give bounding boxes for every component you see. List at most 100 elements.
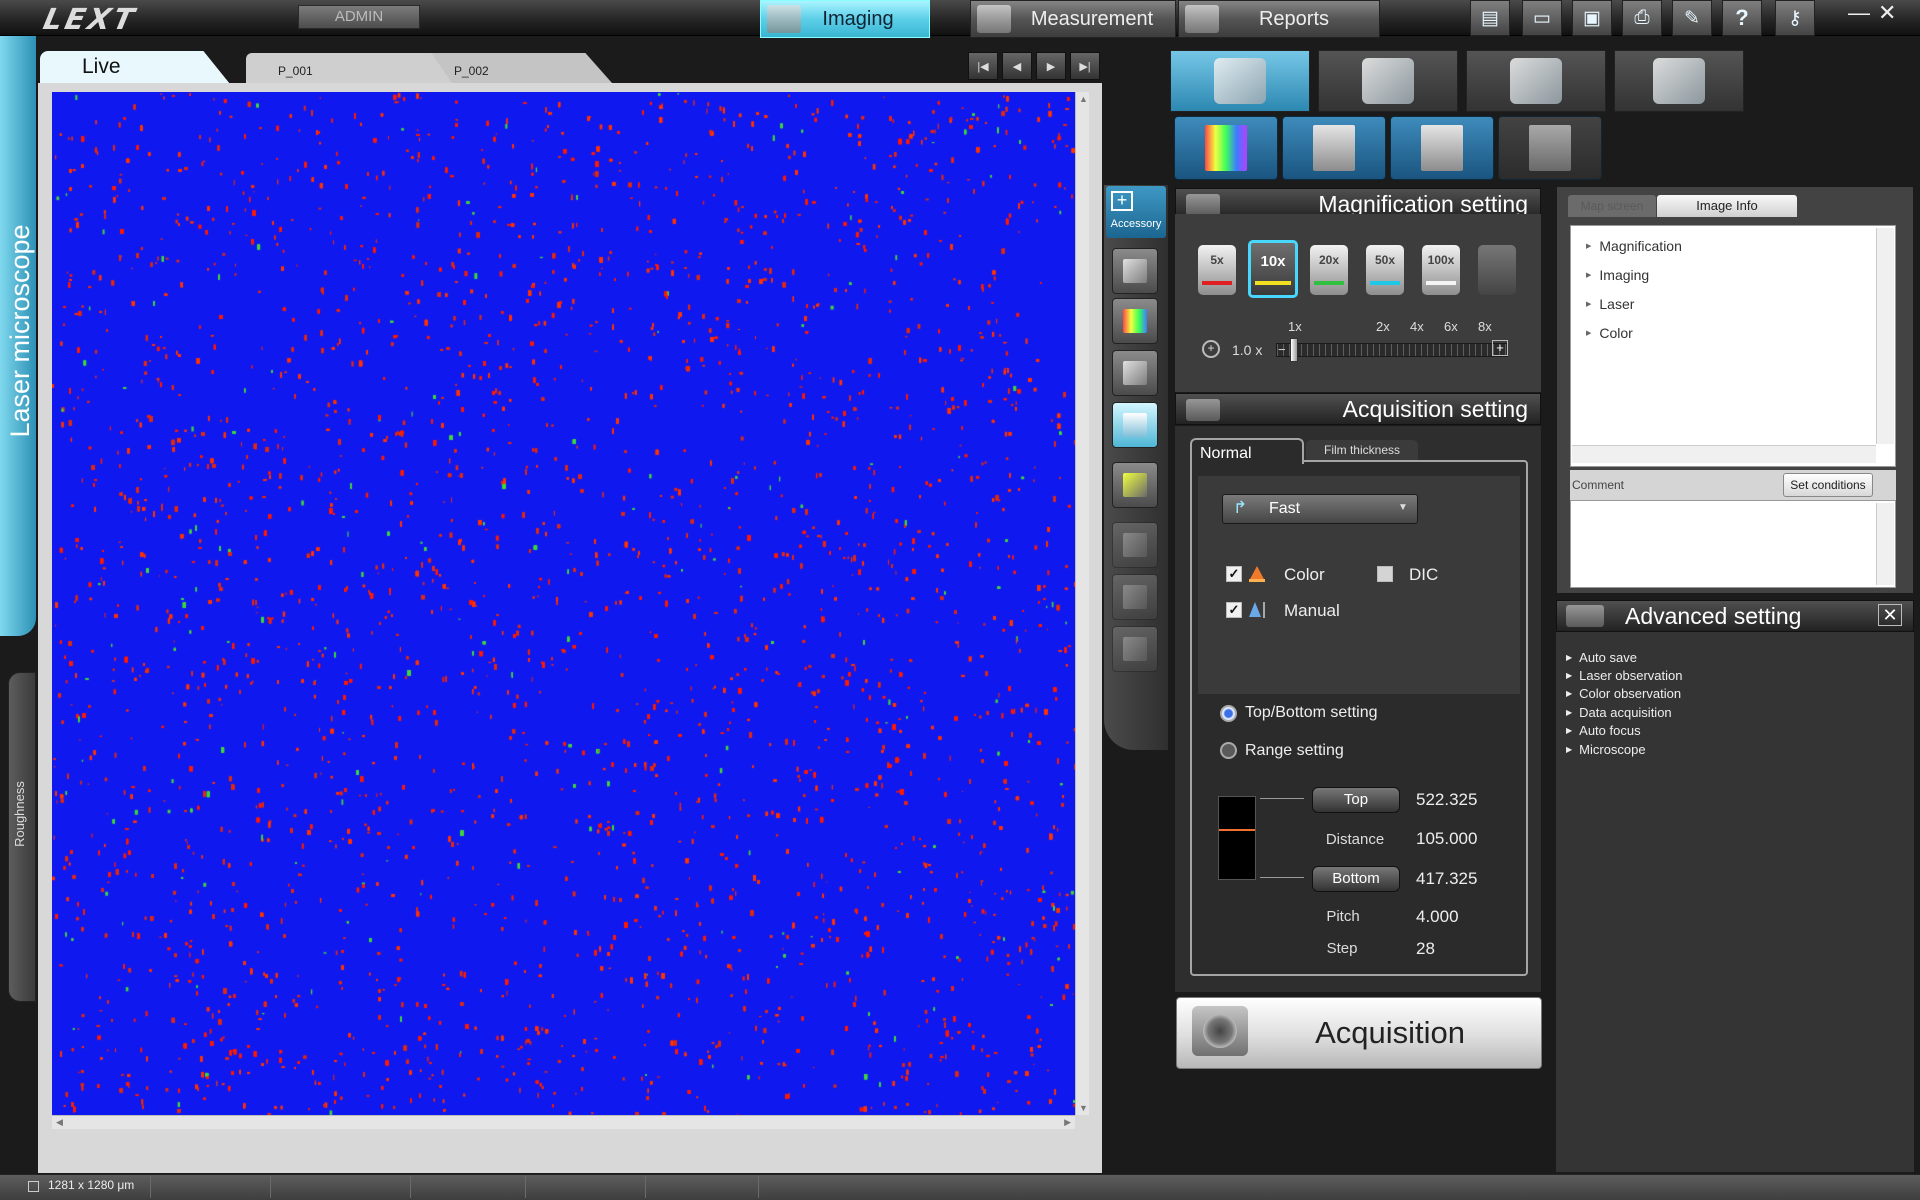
status-separator [525,1176,526,1198]
previous-image-button[interactable]: ◀ [1002,52,1032,80]
set-conditions-button[interactable]: Set conditions [1783,473,1873,497]
mode-tab-measurement[interactable]: Measurement [970,0,1176,38]
zoom-plus-button[interactable]: + [1492,340,1508,356]
first-image-button[interactable]: |◀ [968,52,998,80]
dic-checkbox[interactable] [1377,566,1393,582]
color-checkbox-label: Color [1284,565,1325,584]
advanced-item-laser-observation[interactable]: ▶ Laser observation [1566,668,1683,683]
scroll-down-icon[interactable]: ▼ [1079,1103,1088,1113]
color-view-button[interactable] [1112,298,1158,344]
expand-icon: ▶ [1566,671,1573,680]
3d-view-button[interactable] [1112,350,1158,396]
tab-normal[interactable]: Normal [1190,438,1304,464]
advanced-item-auto-focus[interactable]: ▶ Auto focus [1566,723,1641,738]
tree-horizontal-scrollbar[interactable] [1572,445,1876,463]
zoom-slider-thumb[interactable] [1290,338,1298,362]
magnification-panel [1175,214,1541,392]
overlay-icon [1123,585,1147,609]
save-icon[interactable]: ▣ [1572,0,1612,36]
subtab-color-image[interactable] [1174,116,1278,180]
advanced-item-auto-save[interactable]: ▶ Auto save [1566,650,1637,665]
tab-image-info[interactable]: Image Info [1657,195,1797,217]
folder-open-icon[interactable]: ▭ [1522,0,1562,36]
expand-icon: ▶ [1586,301,1592,308]
top-bottom-radio[interactable] [1220,705,1237,722]
expand-icon: ▶ [1566,653,1573,662]
close-icon[interactable]: ✕ [1878,604,1902,626]
3d-surface-icon [1123,361,1147,385]
top-button[interactable]: Top [1312,787,1400,813]
advanced-item-data-acquisition[interactable]: ▶ Data acquisition [1566,705,1672,720]
tab-tools[interactable] [1318,50,1458,112]
objective-label: 20x [1318,253,1340,267]
subtab-laser-image[interactable] [1282,116,1386,180]
subtab-two-images[interactable] [1390,116,1494,180]
camera-icon [1186,399,1220,421]
next-image-button[interactable]: ▶ [1036,52,1066,80]
help-icon[interactable]: ? [1722,0,1762,36]
tab-map-screen[interactable]: Map screen [1568,195,1656,217]
tree-item-color[interactable]: ▶ Color [1586,325,1633,341]
objective-50x[interactable]: 50x [1366,245,1404,295]
image-horizontal-scrollbar[interactable]: ◀ ▶ [52,1115,1075,1129]
mode-tab-imaging[interactable]: Imaging [760,0,930,38]
z-position-marker [1219,829,1255,831]
tab-microscope[interactable] [1170,50,1310,112]
zoom-slider[interactable] [1276,343,1508,357]
wrench-icon[interactable]: ✎ [1672,0,1712,36]
scroll-up-icon[interactable]: ▲ [1079,94,1088,104]
last-image-button[interactable]: ▶| [1070,52,1100,80]
advanced-item-microscope[interactable]: ▶ Microscope [1566,742,1646,757]
objective-empty[interactable] [1478,245,1516,295]
overlay-button[interactable] [1112,574,1158,620]
objective-100x[interactable]: 100x [1422,245,1460,295]
advanced-item-color-observation[interactable]: ▶ Color observation [1566,686,1681,701]
tree-item-laser[interactable]: ▶ Laser [1586,296,1634,312]
image-info-tree [1570,225,1896,467]
comment-scrollbar[interactable] [1876,503,1894,585]
tab-film-thickness[interactable]: Film thickness [1306,440,1418,460]
image-tab-live[interactable]: Live [40,51,230,84]
scroll-right-icon[interactable]: ▶ [1064,1117,1071,1128]
tools-icon [1362,58,1414,104]
tree-vertical-scrollbar[interactable] [1876,228,1894,444]
image-tab-p001[interactable]: P_001 [246,53,452,83]
objective-label: 100x [1427,253,1455,267]
image-tab-p002[interactable]: P_002 [422,53,612,83]
objective-10x[interactable]: 10x [1248,240,1298,298]
brightfield-view-button[interactable] [1112,248,1158,294]
print-icon[interactable]: ⎙ [1622,0,1662,36]
manual-checkbox[interactable]: ✓ [1226,602,1242,618]
height-map-button[interactable] [1112,402,1158,448]
tab-settings[interactable] [1614,50,1744,112]
annotate-button[interactable] [1112,626,1158,672]
advanced-item-label: Microscope [1579,742,1646,757]
laser-image-icon [1313,125,1355,171]
multi-view-button[interactable] [1112,462,1158,508]
objective-band [1426,281,1456,285]
bottom-button[interactable]: Bottom [1312,866,1400,892]
crop-button[interactable] [1112,522,1158,568]
microscope-icon [1214,58,1266,104]
close-window-button[interactable]: ✕ [1878,2,1896,24]
user-button[interactable]: ADMIN [298,5,420,29]
image-vertical-scrollbar[interactable]: ▲ ▼ [1075,92,1089,1115]
objective-5x[interactable]: 5x [1198,245,1236,295]
color-checkbox[interactable]: ✓ [1226,566,1242,582]
scroll-left-icon[interactable]: ◀ [56,1117,63,1128]
zoom-minus-icon[interactable]: − [1278,343,1286,356]
comment-textarea[interactable] [1570,500,1896,588]
subtab-options[interactable] [1498,116,1602,180]
minimize-button[interactable]: — [1848,2,1870,24]
range-radio[interactable] [1220,742,1237,759]
tab-processing[interactable] [1466,50,1606,112]
objective-20x[interactable]: 20x [1310,245,1348,295]
tree-item-imaging[interactable]: ▶ Imaging [1586,267,1649,283]
mode-tab-reports[interactable]: Reports [1178,0,1380,38]
key-icon[interactable]: ⚷ [1775,0,1815,36]
tree-item-label: Magnification [1599,238,1682,254]
live-image[interactable] [52,92,1075,1115]
file-icon[interactable]: ▤ [1470,0,1510,36]
tree-item-magnification[interactable]: ▶ Magnification [1586,238,1682,254]
scan-mode-select[interactable]: Fast [1222,494,1418,524]
